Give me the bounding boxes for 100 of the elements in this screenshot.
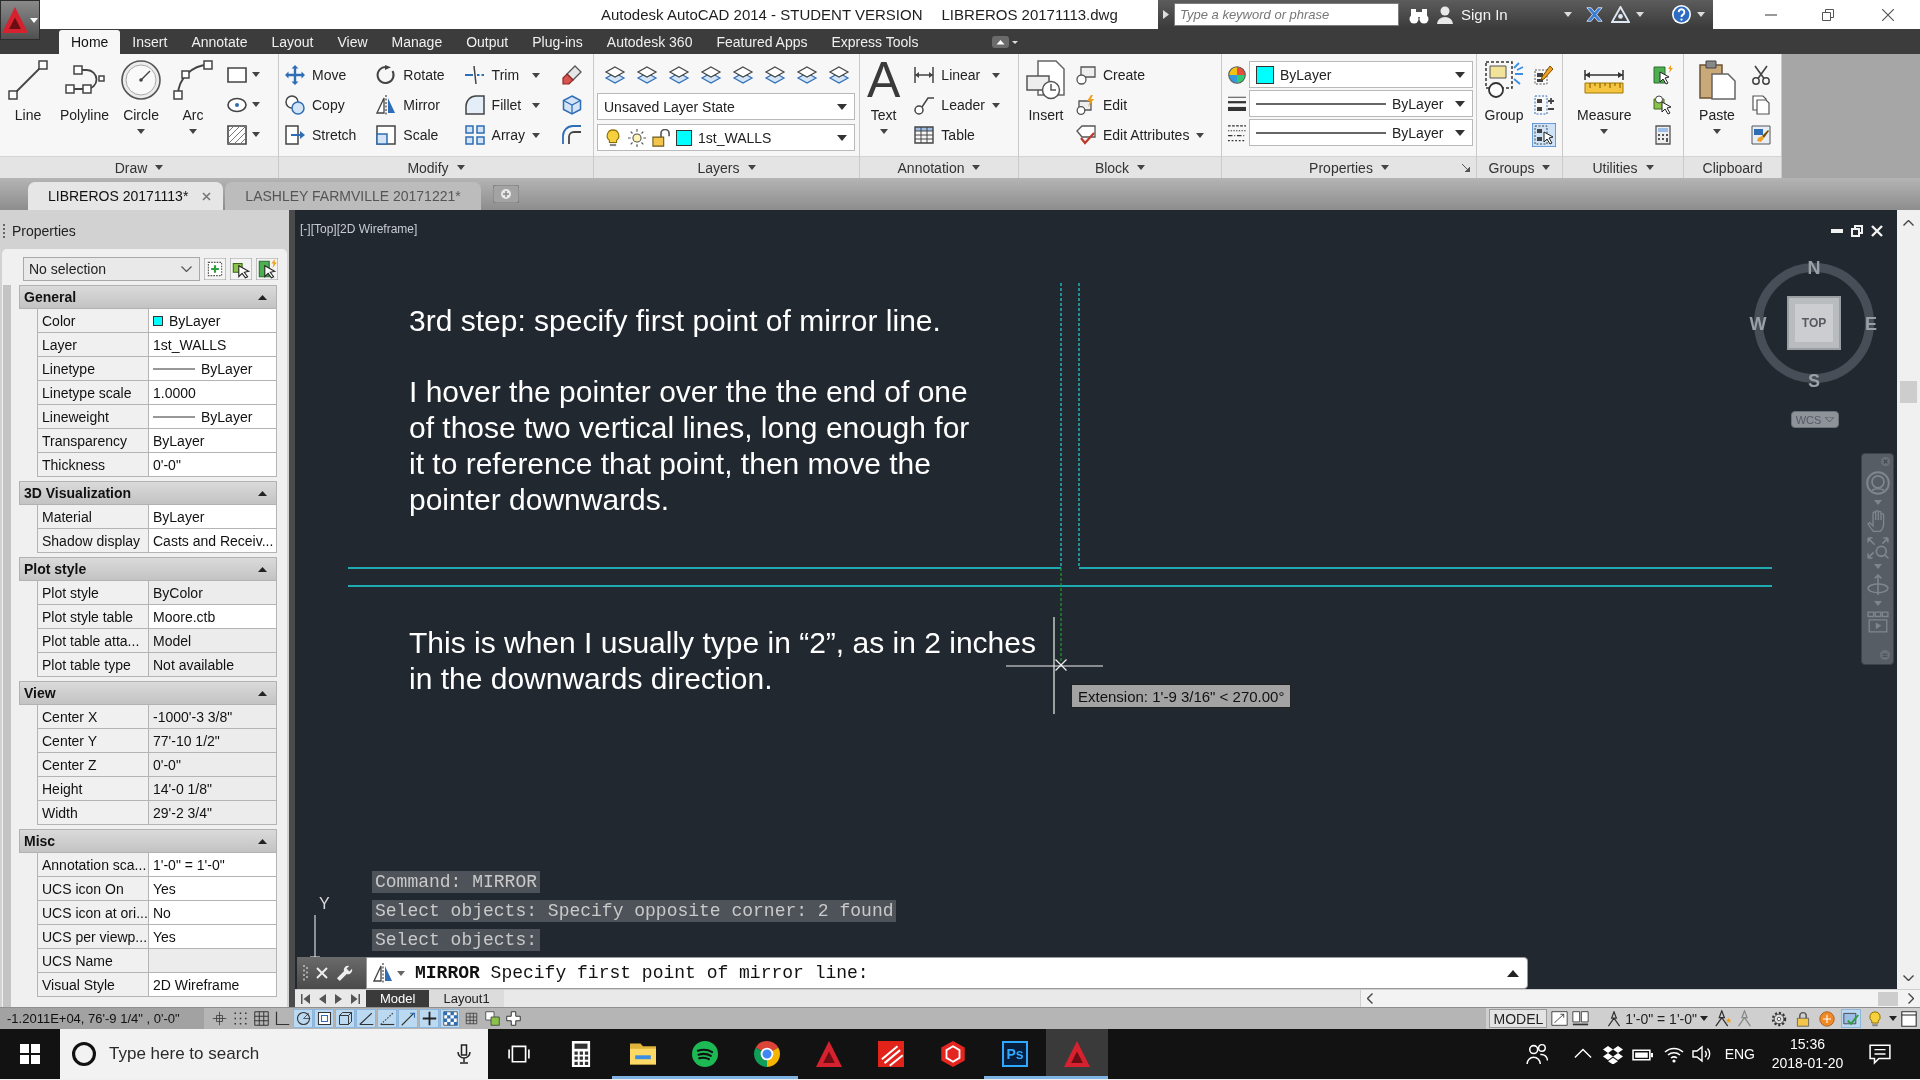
ribbon-tab[interactable]: Manage [379,30,455,54]
tool-button[interactable] [1749,122,1773,147]
grip-icon[interactable] [3,224,6,238]
viewcube-face[interactable]: TOP [1787,296,1841,350]
ribbon-button[interactable]: Group [1480,54,1528,123]
ribbon-tab[interactable]: Insert [120,30,180,54]
ribbon-button[interactable]: Scale [376,122,445,148]
property-value[interactable]: ByLayer [148,309,277,333]
chevron-down-icon[interactable] [1903,975,1914,981]
caret-icon[interactable] [397,970,405,976]
panel-title[interactable]: Modify [407,159,465,176]
status-toggle[interactable] [377,1009,397,1028]
chevron-left-icon[interactable] [1367,993,1373,1004]
ribbon-button[interactable]: Insert [1022,54,1070,123]
triangle-network-icon[interactable] [1610,6,1630,23]
status-toggle[interactable] [1817,1009,1837,1028]
section-header[interactable]: Plot style [19,557,277,581]
two-panes-icon[interactable] [1572,1010,1590,1027]
language-indicator[interactable]: ENG [1724,1046,1755,1062]
ribbon-button[interactable]: Table [914,122,1000,148]
taskbar-search-field[interactable]: Type here to search [60,1029,488,1079]
sheet-tab[interactable]: Layout1 [429,990,504,1007]
section-header[interactable]: View [19,681,277,705]
property-value[interactable]: Yes [148,925,277,949]
speaker-icon[interactable] [1691,1044,1712,1064]
property-value[interactable]: ByLayer [148,405,277,429]
launcher-arrow-icon[interactable] [1462,163,1470,172]
ribbon-button[interactable]: Paste [1693,54,1741,134]
ribbon-button[interactable]: Polyline [54,54,116,123]
triangle-pill-icon[interactable] [992,35,1019,48]
ribbon-button[interactable]: Arc [167,54,220,134]
status-toggle[interactable] [440,1009,460,1028]
ribbon-tab[interactable]: Layout [259,30,326,54]
section-header[interactable]: Misc [19,829,277,853]
annotation-scale-button[interactable]: 1'-0" = 1'-0" [1603,1010,1711,1027]
dropdown[interactable]: 1st_WALLS [597,124,855,151]
cursor-lightning-icon[interactable] [256,258,278,280]
search-field[interactable]: Type a keyword or phrase [1174,3,1399,26]
ribbon-button[interactable]: Fillet [464,92,541,118]
triangle-left-icon[interactable] [319,993,326,1004]
scrollbar-thumb[interactable] [1900,381,1917,403]
property-value[interactable]: 0'-0" [148,453,277,477]
property-value[interactable]: Moore.ctb [148,605,277,629]
clock-time[interactable]: 15:36 [1789,1035,1825,1054]
dropdown[interactable]: ByLayer [1249,119,1473,146]
ribbon-tab[interactable]: Output [454,30,521,54]
ribbon-button[interactable]: Line [2,54,54,123]
panel-title[interactable]: Block [1094,159,1146,176]
ribbon-button[interactable]: Stretch [285,122,357,148]
status-toggle[interactable] [293,1009,313,1028]
tool-button[interactable] [1532,122,1556,147]
speech-bubble-icon[interactable] [1869,1043,1891,1065]
status-toggle[interactable] [356,1009,376,1028]
command-input[interactable]: MIRROR Specify first point of mirror line: [366,957,1528,989]
status-toggle[interactable] [482,1009,502,1028]
ribbon-tab[interactable]: Autodesk 360 [594,30,705,54]
ribbon-button[interactable]: Edit Attributes [1076,122,1205,148]
ribbon-button[interactable]: Array [464,122,541,148]
ribbon-tab[interactable]: Plug-ins [520,30,595,54]
application-menu-button[interactable] [0,0,40,40]
mirrored-triangles-icon[interactable] [373,963,393,983]
drawing-canvas[interactable] [295,210,1897,989]
skip-start-icon[interactable] [301,993,310,1004]
property-value[interactable]: ByLayer [148,505,277,529]
ribbon-button[interactable]: Measure [1573,54,1636,134]
status-toggle[interactable] [419,1009,439,1028]
triangle-right-icon[interactable] [1163,10,1169,19]
property-value[interactable]: 1.0000 [148,381,277,405]
restore-icon[interactable] [1822,8,1834,21]
ribbon-button[interactable]: Leader [914,92,1000,118]
compass-label[interactable]: W [1749,315,1767,333]
sign-in-button[interactable]: Sign In [1461,6,1508,23]
status-toggle[interactable] [314,1009,334,1028]
property-value[interactable]: ByLayer [148,357,277,381]
compass-star-icon[interactable] [1715,1010,1732,1027]
property-value[interactable]: No [148,901,277,925]
help-icon[interactable] [1671,5,1691,24]
chevron-up-icon[interactable] [1903,220,1914,226]
wrench-icon[interactable] [336,964,353,982]
ribbon-tab[interactable]: Home [59,30,121,54]
ribbon-button[interactable]: Create [1076,62,1205,88]
status-toggle[interactable] [1769,1009,1789,1028]
tool-button[interactable] [1532,92,1556,117]
panel-title[interactable]: Layers [697,159,756,176]
close-icon[interactable] [1882,8,1894,21]
four-panes-logo-icon[interactable] [20,1044,40,1064]
viewport-label[interactable]: [-][Top][2D Wireframe] [300,222,418,236]
cross-logo-icon[interactable] [1585,6,1603,23]
window-frame-icon[interactable] [1901,1010,1917,1027]
caret-icon[interactable] [1563,12,1572,17]
scrollbar-thumb[interactable] [1878,991,1898,1006]
property-value[interactable]: 1'-0" = 1'-0" [148,853,277,877]
status-toggle[interactable] [398,1009,418,1028]
sheet-tab[interactable]: Model [366,990,430,1007]
dropdown[interactable]: ByLayer [1249,61,1473,88]
property-value[interactable]: 2D Wireframe [148,973,277,997]
triangle-right-icon[interactable] [335,993,342,1004]
diamonds-icon[interactable] [1602,1044,1623,1064]
plus-tab-icon[interactable] [492,185,519,203]
ribbon-button[interactable]: Rotate [376,62,445,88]
